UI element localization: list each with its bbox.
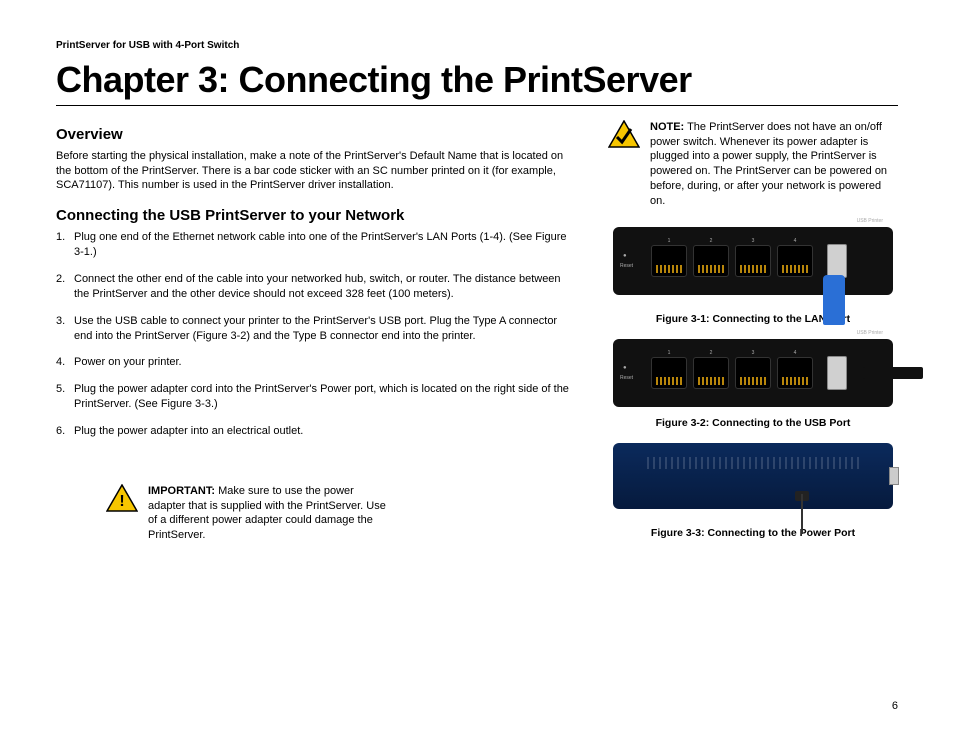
note-check-icon [608, 120, 640, 148]
figure-3-2-caption: Figure 3-2: Connecting to the USB Port [608, 417, 898, 429]
ethernet-cable-icon [823, 275, 845, 325]
right-column: NOTE: The PrintServer does not have an o… [608, 120, 898, 553]
svg-text:!: ! [119, 493, 124, 510]
content-columns: Overview Before starting the physical in… [56, 120, 898, 553]
lan-port-icon: 2 [693, 245, 729, 277]
note-text: NOTE: The PrintServer does not have an o… [650, 120, 898, 209]
usb-label: USB Printer [857, 330, 883, 336]
list-item: 6.Plug the power adapter into an electri… [56, 424, 578, 439]
lan-port-icon: 1 [651, 245, 687, 277]
lan-port-icon: 4 [777, 245, 813, 277]
note-callout: NOTE: The PrintServer does not have an o… [608, 120, 898, 209]
usb-label: USB Printer [857, 218, 883, 224]
step-text: Use the USB cable to connect your printe… [74, 314, 578, 344]
step-number: 1. [56, 230, 74, 260]
step-number: 4. [56, 355, 74, 370]
reset-label: Reset [620, 375, 633, 381]
step-number: 3. [56, 314, 74, 344]
reset-label: Reset [620, 263, 633, 269]
list-item: 3.Use the USB cable to connect your prin… [56, 314, 578, 344]
vent-slots-icon [643, 457, 863, 469]
step-text: Power on your printer. [74, 355, 182, 370]
important-label: IMPORTANT: [148, 485, 215, 497]
step-text: Connect the other end of the cable into … [74, 272, 578, 302]
figure-3-1-caption: Figure 3-1: Connecting to the LAN Port [608, 313, 898, 325]
lan-port-icon: 3 [735, 245, 771, 277]
usb-port-icon [827, 356, 847, 390]
overview-heading: Overview [56, 126, 578, 143]
lan-port-icon: 3 [735, 357, 771, 389]
printserver-side-image [613, 443, 893, 509]
lan-port-icon: 1 [651, 357, 687, 389]
lan-port-icon: 2 [693, 357, 729, 389]
reset-button-icon: ● [623, 365, 627, 371]
steps-list: 1.Plug one end of the Ethernet network c… [56, 230, 578, 438]
note-label: NOTE: [650, 121, 684, 133]
power-cable-icon [801, 494, 803, 534]
running-header: PrintServer for USB with 4-Port Switch [56, 40, 898, 51]
printserver-back-image: ● Reset 1 2 3 4 USB Printer [613, 339, 893, 407]
step-number: 2. [56, 272, 74, 302]
warning-icon: ! [106, 484, 138, 512]
list-item: 5.Plug the power adapter cord into the P… [56, 382, 578, 412]
list-item: 2.Connect the other end of the cable int… [56, 272, 578, 302]
usb-port-icon [827, 244, 847, 278]
step-text: Plug the power adapter into an electrica… [74, 424, 303, 439]
step-text: Plug the power adapter cord into the Pri… [74, 382, 578, 412]
overview-text: Before starting the physical installatio… [56, 149, 578, 194]
list-item: 1.Plug one end of the Ethernet network c… [56, 230, 578, 260]
list-item: 4.Power on your printer. [56, 355, 578, 370]
note-body: The PrintServer does not have an on/off … [650, 121, 887, 207]
important-text: IMPORTANT: Make sure to use the power ad… [148, 484, 386, 543]
figure-3-1: ● Reset 1 2 3 4 USB Printer Figure 3-1: … [608, 227, 898, 325]
left-column: Overview Before starting the physical in… [56, 120, 578, 553]
important-callout: ! IMPORTANT: Make sure to use the power … [106, 484, 386, 543]
figure-3-3: Figure 3-3: Connecting to the Power Port [608, 443, 898, 539]
step-text: Plug one end of the Ethernet network cab… [74, 230, 578, 260]
step-number: 6. [56, 424, 74, 439]
reset-button-icon: ● [623, 253, 627, 259]
usb-cable-icon [863, 367, 923, 379]
connecting-heading: Connecting the USB PrintServer to your N… [56, 207, 578, 224]
lan-port-icon: 4 [777, 357, 813, 389]
figure-3-3-caption: Figure 3-3: Connecting to the Power Port [608, 527, 898, 539]
printserver-back-image: ● Reset 1 2 3 4 USB Printer [613, 227, 893, 295]
step-number: 5. [56, 382, 74, 412]
page-number: 6 [892, 700, 898, 712]
figure-3-2: ● Reset 1 2 3 4 USB Printer Figure 3-2: … [608, 339, 898, 429]
chapter-title: Chapter 3: Connecting the PrintServer [56, 61, 898, 106]
side-connector-icon [889, 467, 899, 485]
